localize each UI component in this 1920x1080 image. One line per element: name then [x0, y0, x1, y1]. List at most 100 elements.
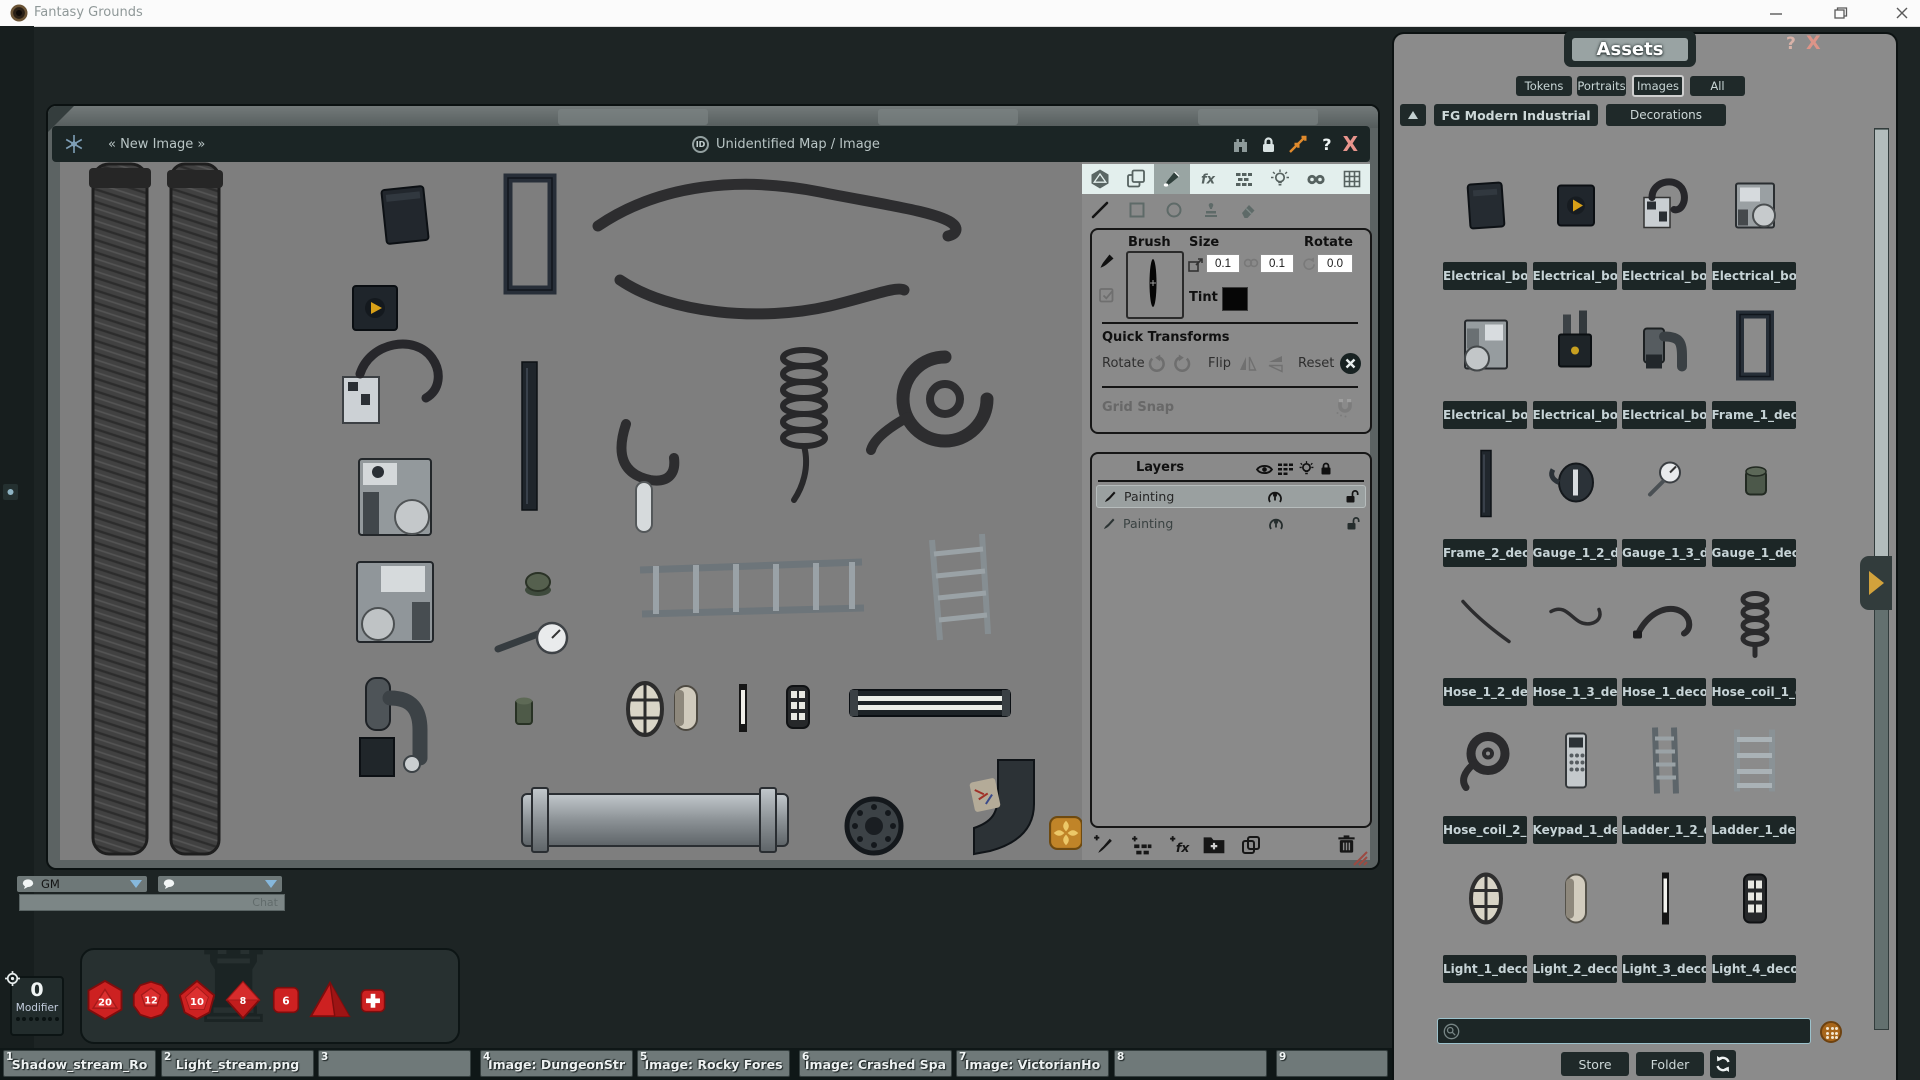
asset-item[interactable]: Light_1_decor: [1443, 848, 1527, 979]
target-crosshair-icon[interactable]: [4, 970, 21, 987]
add-tile-layer-icon[interactable]: [1130, 834, 1153, 857]
compass-star-icon[interactable]: [64, 134, 84, 154]
window-drag-bar[interactable]: [48, 106, 1378, 128]
asset-item[interactable]: Gauge_1_3_de: [1622, 432, 1706, 563]
layer-row[interactable]: Painting: [1096, 485, 1366, 508]
assets-close-icon[interactable]: X: [1806, 32, 1821, 54]
player-vision-icon[interactable]: [1268, 516, 1284, 531]
help-icon[interactable]: ?: [1322, 135, 1331, 154]
d12-die[interactable]: 12: [131, 978, 171, 1026]
size-width-input[interactable]: [1206, 254, 1240, 273]
folder-button[interactable]: Folder: [1636, 1052, 1704, 1076]
asset-item[interactable]: Hose_1_3_deco: [1533, 571, 1617, 702]
hotkey-slot[interactable]: 7Image: VictorianHo: [956, 1050, 1109, 1077]
brush-tool-icon[interactable]: [1098, 252, 1116, 270]
duplicate-icon[interactable]: [1240, 834, 1262, 856]
reset-icon[interactable]: [1340, 353, 1361, 374]
asset-item[interactable]: Electrical_box: [1622, 294, 1706, 425]
close-button[interactable]: [1894, 6, 1910, 20]
hotkey-slot[interactable]: 3: [318, 1050, 471, 1077]
store-button[interactable]: Store: [1561, 1052, 1629, 1076]
tower-icon[interactable]: [1231, 135, 1250, 153]
close-window-icon[interactable]: X: [1343, 132, 1358, 156]
asset-search-field[interactable]: [1437, 1018, 1811, 1044]
brush-preview[interactable]: [1126, 251, 1184, 319]
unlock-icon[interactable]: [1345, 489, 1359, 504]
lighting-icon[interactable]: [1262, 164, 1298, 194]
asset-item[interactable]: Ladder_1_2_de: [1622, 709, 1706, 840]
restore-button[interactable]: [1832, 6, 1848, 20]
minimize-button[interactable]: [1768, 6, 1784, 20]
asset-item[interactable]: Hose_coil_1_d: [1712, 571, 1796, 702]
ellipse-icon[interactable]: [1164, 200, 1184, 220]
asset-item[interactable]: Keypad_1_dec: [1533, 709, 1617, 840]
popout-arrows-icon[interactable]: [1287, 133, 1311, 155]
asset-item[interactable]: Light_2_decor: [1533, 848, 1617, 979]
asset-item[interactable]: Gauge_1_2_de: [1533, 432, 1617, 563]
asset-item[interactable]: Electrical_box: [1712, 155, 1796, 286]
d10-die[interactable]: 10: [176, 978, 218, 1026]
lock-small-icon[interactable]: [1320, 461, 1332, 476]
asset-item[interactable]: Hose_1_decora: [1622, 571, 1706, 702]
hotkey-slot[interactable]: 4Image: DungeonStr: [480, 1050, 633, 1077]
hotkey-slot[interactable]: 6Image: Crashed Spa: [799, 1050, 952, 1077]
grid-icon[interactable]: [1334, 164, 1370, 194]
hotkey-slot[interactable]: 9: [1276, 1050, 1388, 1077]
tab-tokens[interactable]: Tokens: [1516, 76, 1572, 96]
hotkey-slot[interactable]: 2Light_stream.png: [161, 1050, 314, 1077]
link-icon[interactable]: [1243, 257, 1259, 269]
rotate-ccw-icon[interactable]: [1146, 354, 1167, 375]
asset-item[interactable]: Light_3_decor: [1622, 848, 1706, 979]
lock-icon[interactable]: [1261, 136, 1276, 153]
asset-item[interactable]: Hose_coil_2_d: [1443, 709, 1527, 840]
tab-images[interactable]: Images: [1632, 75, 1684, 97]
tiles-icon[interactable]: [1226, 164, 1262, 194]
token-bag-button[interactable]: [1049, 816, 1083, 850]
asset-item[interactable]: Electrical_box: [1533, 155, 1617, 286]
assets-help-icon[interactable]: ?: [1786, 34, 1796, 54]
add-die-button[interactable]: [356, 978, 390, 1026]
asset-item[interactable]: Electrical_box: [1622, 155, 1706, 286]
asset-item[interactable]: Frame_1_deco: [1712, 294, 1796, 425]
eraser-icon[interactable]: [1238, 200, 1258, 220]
nav-back-label[interactable]: « New Image »: [108, 137, 205, 152]
tab-portraits[interactable]: Portraits: [1577, 76, 1626, 96]
asset-view-grid-button[interactable]: [1820, 1021, 1842, 1043]
hotkey-slot[interactable]: 8: [1114, 1050, 1267, 1077]
d8-die[interactable]: 8: [223, 978, 263, 1026]
edit-note-icon[interactable]: [1098, 286, 1115, 303]
category-filter-button[interactable]: Decorations: [1606, 104, 1726, 126]
asset-item[interactable]: Gauge_1_deco: [1712, 432, 1796, 563]
rotate-cw-icon[interactable]: [1172, 354, 1193, 375]
layers-icon[interactable]: [1118, 164, 1154, 194]
add-fx-layer-icon[interactable]: fx: [1168, 834, 1192, 857]
d20-die-icon[interactable]: [1082, 164, 1118, 194]
paint-brush-icon[interactable]: [1154, 164, 1190, 194]
hotkey-slot[interactable]: 5Image: Rocky Fores: [637, 1050, 790, 1077]
asset-item[interactable]: Ladder_1_dec: [1712, 709, 1796, 840]
rectangle-icon[interactable]: [1127, 200, 1147, 220]
d20-die[interactable]: 20: [84, 978, 126, 1026]
refresh-button[interactable]: [1710, 1050, 1736, 1078]
stroke-icon[interactable]: [1090, 200, 1110, 220]
assets-scrollbar-thumb[interactable]: [1875, 130, 1888, 560]
chat-channel-dropdown[interactable]: GM: [17, 876, 147, 892]
scroll-up-button[interactable]: [1400, 104, 1426, 126]
assets-title-tab[interactable]: Assets: [1564, 31, 1696, 67]
module-filter-button[interactable]: FG Modern Industrial: [1434, 104, 1598, 126]
tab-all[interactable]: All: [1690, 76, 1745, 96]
stamp-icon[interactable]: [1201, 200, 1221, 220]
mask-icon[interactable]: [1298, 164, 1334, 194]
chat-identity-dropdown[interactable]: [158, 876, 282, 892]
hotkey-slot[interactable]: 1Shadow_stream_Ro: [3, 1050, 156, 1077]
flip-horizontal-icon[interactable]: [1238, 354, 1258, 374]
asset-item[interactable]: Electrical_box: [1443, 294, 1527, 425]
asset-item[interactable]: Electrical_box: [1533, 294, 1617, 425]
tiles-small-icon[interactable]: [1278, 463, 1293, 476]
tint-swatch[interactable]: [1222, 287, 1248, 311]
window-resize-grip[interactable]: [1348, 850, 1368, 866]
add-paint-layer-icon[interactable]: [1092, 833, 1115, 856]
asset-item[interactable]: Frame_2_deco: [1443, 432, 1527, 563]
size-height-input[interactable]: [1260, 254, 1294, 273]
d4-die[interactable]: [309, 978, 351, 1026]
